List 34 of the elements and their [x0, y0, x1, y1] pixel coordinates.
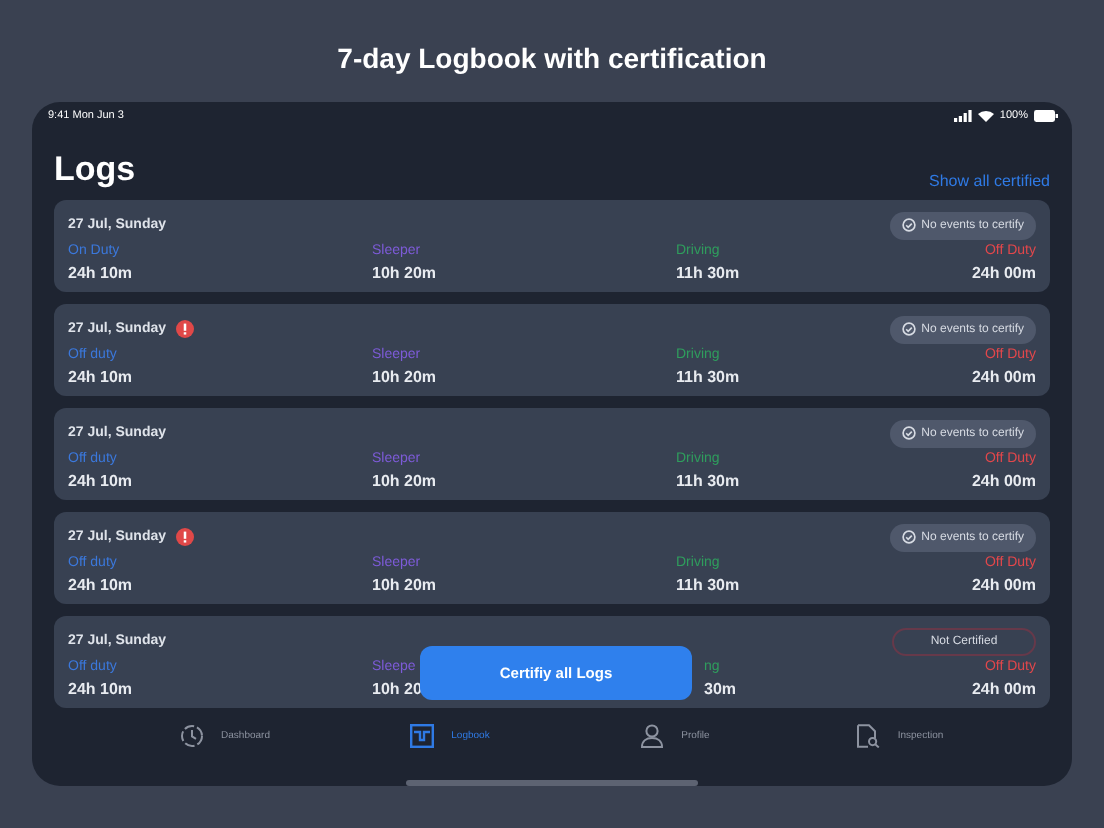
duration-value: 24h 10m: [68, 472, 133, 490]
duration-value: 24h 10m: [68, 264, 133, 282]
duration-value: 24h 00m: [971, 472, 1036, 490]
check-circle-icon: [901, 530, 916, 544]
document-search-icon: [855, 724, 880, 748]
duration-value: 24h 00m: [971, 680, 1036, 698]
duration-value: 24h 00m: [971, 264, 1036, 282]
check-circle-icon: [901, 426, 916, 440]
page-title: Logs: [54, 150, 136, 190]
battery-icon: [1034, 110, 1058, 122]
signal-icon: [953, 110, 972, 122]
duration-value: 24h 00m: [971, 368, 1036, 386]
duration-value: 10h 20: [372, 680, 422, 698]
duration-value: 10h 20m: [372, 264, 437, 282]
check-circle-icon: [901, 322, 916, 336]
duration-value: 24h 10m: [68, 680, 133, 698]
duration-value: 24h 00m: [971, 576, 1036, 594]
chart-icon: [409, 724, 434, 748]
duration-value: 11h 30m: [676, 576, 740, 594]
page-heading: 7-day Logbook with certification: [335, 40, 769, 78]
show-all-link[interactable]: Show all certified: [929, 172, 1050, 190]
duration-value: 11h 30m: [676, 368, 740, 386]
duration-value: 30m: [704, 680, 737, 698]
duration-value: 11h 30m: [676, 264, 740, 282]
duration-value: 10h 20m: [372, 472, 437, 490]
check-circle-icon: [901, 218, 916, 232]
person-icon: [639, 724, 664, 748]
duration-value: 11h 30m: [676, 472, 740, 490]
duration-value: 24h 10m: [68, 368, 133, 386]
duration-value: 10h 20m: [372, 368, 437, 386]
duration-value: 10h 20m: [372, 576, 437, 594]
clock-icon: [179, 724, 204, 748]
wifi-icon: [977, 110, 994, 122]
duration-value: 24h 10m: [68, 576, 133, 594]
